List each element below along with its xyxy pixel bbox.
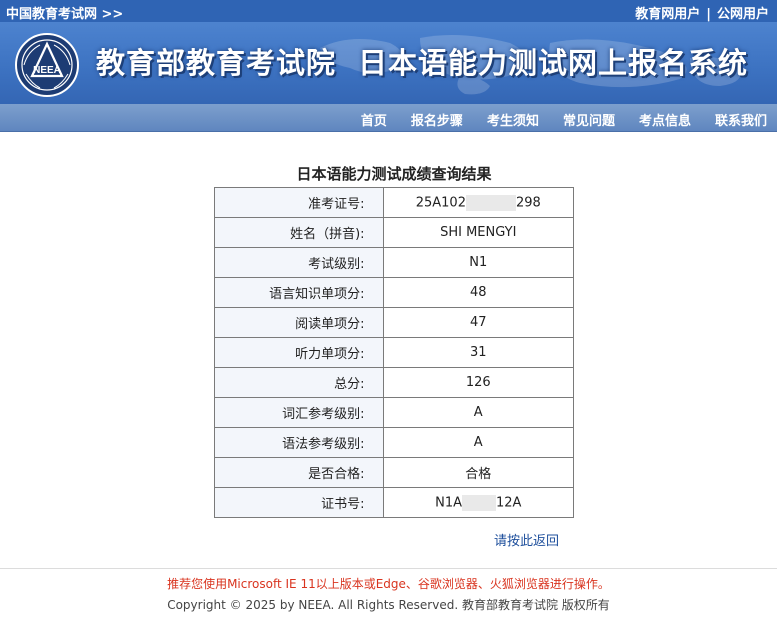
org-name: 教育部教育考试院 — [96, 46, 337, 80]
table-row: 准考证号: 25A102 298 — [214, 187, 575, 218]
pass-status-label: 是否合格: — [214, 457, 384, 488]
user-links-separator: | — [706, 7, 711, 22]
public-network-user-link[interactable]: 公网用户 — [717, 7, 769, 22]
exam-level-label: 考试级别: — [214, 247, 384, 278]
table-row: 姓名（拼音): SHI MENGYI — [214, 217, 575, 248]
table-row: 语言知识单项分: 48 — [214, 277, 575, 308]
name-label: 姓名（拼音): — [214, 217, 384, 248]
reading-label: 阅读单项分: — [214, 307, 384, 338]
table-row: 听力单项分: 31 — [214, 337, 575, 368]
table-row: 是否合格: 合格 — [214, 457, 575, 488]
admission-number-value: 25A102 298 — [382, 187, 575, 218]
redaction-mask — [465, 194, 516, 211]
table-row: 语法参考级别: A — [214, 427, 575, 458]
top-bar: 中国教育考试网 >> 教育网用户 | 公网用户 — [0, 0, 777, 22]
listening-label: 听力单项分: — [214, 337, 384, 368]
header-banner: NEEA 教育部教育考试院 日本语能力测试网上报名系统 — [0, 22, 777, 104]
redaction-mask — [461, 494, 496, 511]
exam-level-value: N1 — [382, 247, 575, 278]
pass-status: 合格 — [382, 457, 575, 488]
grammar-level-label: 语法参考级别: — [214, 427, 384, 458]
admission-number-suffix: 298 — [515, 195, 541, 210]
admission-number-label: 准考证号: — [214, 187, 384, 218]
vocabulary-level: A — [382, 397, 575, 428]
admission-number-prefix: 25A102 — [415, 195, 466, 210]
certificate-number-prefix: N1A — [435, 495, 462, 510]
nav-item-candidate-notice[interactable]: 考生须知 — [487, 110, 539, 129]
score-table: 准考证号: 25A102 298 姓名（拼音): SHI MENGYI 考试级别:… — [214, 187, 575, 518]
nav-item-contact-us[interactable]: 联系我们 — [715, 110, 767, 129]
grammar-level: A — [382, 427, 575, 458]
table-row: 考试级别: N1 — [214, 247, 575, 278]
main-nav: 首页 报名步骤 考生须知 常见问题 考点信息 联系我们 — [0, 104, 777, 132]
nav-item-faq[interactable]: 常见问题 — [563, 110, 615, 129]
table-row: 证书号: N1A 12A — [214, 487, 575, 518]
total-score-label: 总分: — [214, 367, 384, 398]
table-row: 词汇参考级别: A — [214, 397, 575, 428]
certificate-number-suffix: 12A — [495, 495, 522, 510]
user-type-links: 教育网用户 | 公网用户 — [635, 3, 769, 22]
edu-network-user-link[interactable]: 教育网用户 — [635, 7, 700, 22]
nav-item-home[interactable]: 首页 — [361, 110, 387, 129]
name-value: SHI MENGYI — [382, 217, 575, 248]
back-link[interactable]: 请按此返回 — [494, 530, 559, 549]
nav-item-registration-steps[interactable]: 报名步骤 — [411, 110, 463, 129]
banner-title: 教育部教育考试院 日本语能力测试网上报名系统 — [96, 40, 748, 82]
table-row: 阅读单项分: 47 — [214, 307, 575, 338]
copyright: Copyright © 2025 by NEEA. All Rights Res… — [167, 598, 610, 612]
neea-logo: NEEA — [15, 33, 79, 97]
nav-item-test-center-info[interactable]: 考点信息 — [639, 110, 691, 129]
listening-score: 31 — [382, 337, 575, 368]
table-row: 总分: 126 — [214, 367, 575, 398]
language-knowledge-score: 48 — [382, 277, 575, 308]
result-title: 日本语能力测试成绩查询结果 — [296, 165, 492, 183]
footer-divider — [0, 568, 777, 569]
browser-recommendation: 推荐您使用Microsoft IE 11以上版本或Edge、谷歌浏览器、火狐浏览… — [167, 577, 610, 591]
certificate-number-label: 证书号: — [214, 487, 384, 518]
total-score: 126 — [382, 367, 575, 398]
language-knowledge-label: 语言知识单项分: — [214, 277, 384, 308]
system-name: 日本语能力测试网上报名系统 — [358, 46, 749, 80]
reading-score: 47 — [382, 307, 575, 338]
vocabulary-level-label: 词汇参考级别: — [214, 397, 384, 428]
china-education-exam-link[interactable]: 中国教育考试网 >> — [6, 3, 123, 22]
logo-text: NEEA — [33, 65, 61, 76]
certificate-number-value: N1A 12A — [382, 487, 575, 518]
